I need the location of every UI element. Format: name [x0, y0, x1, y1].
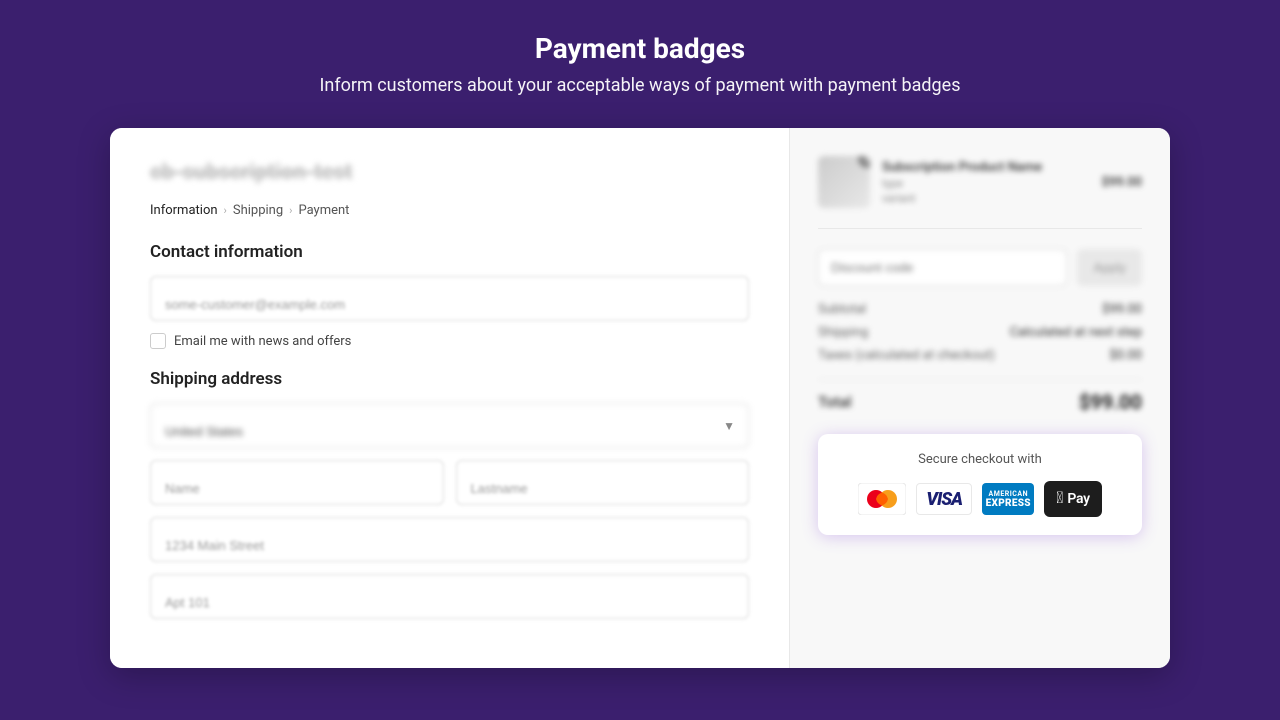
amex-icon: AMERICAN EXPRESS [982, 483, 1034, 515]
contact-section-title: Contact information [150, 242, 749, 262]
country-select[interactable]: United States [150, 403, 749, 448]
shop-name: cb-subscription-test [150, 160, 749, 185]
order-item-sub1: type [882, 177, 1089, 190]
left-panel: cb-subscription-test Information › Shipp… [110, 128, 790, 668]
order-item-price: $99.00 [1101, 175, 1142, 190]
main-card: cb-subscription-test Information › Shipp… [110, 128, 1170, 668]
shipping-row: Shipping Calculated at next step [818, 325, 1142, 340]
breadcrumb-sep-1: › [224, 204, 227, 217]
breadcrumb-shipping[interactable]: Shipping [233, 203, 283, 218]
first-name-wrapper: First name (optional) [150, 460, 444, 505]
apple-pay-icon:  Pay [1044, 481, 1101, 517]
shipping-section-title: Shipping address [150, 369, 749, 389]
total-value: $99.00 [1079, 390, 1142, 414]
newsletter-row: Email me with news and offers [150, 333, 749, 349]
payment-icons-row: VISA AMERICAN EXPRESS  Pay [838, 481, 1122, 517]
taxes-label: Taxes (calculated at checkout) [818, 348, 995, 363]
discount-apply-button[interactable]: Apply [1077, 249, 1142, 286]
page-subtitle: Inform customers about your acceptable w… [320, 75, 961, 96]
address-wrapper: Address [150, 517, 749, 562]
order-item-image: 1 [818, 156, 870, 208]
discount-input[interactable] [818, 249, 1067, 286]
address-input[interactable] [150, 517, 749, 562]
order-item-name: Subscription Product Name [882, 160, 1089, 175]
right-panel: 1 Subscription Product Name type variant… [790, 128, 1170, 668]
country-select-wrapper: Country/Region United States ▼ [150, 403, 749, 448]
first-name-input[interactable] [150, 460, 444, 505]
last-name-input[interactable] [456, 460, 750, 505]
email-input[interactable] [150, 276, 749, 321]
apt-field-group: Apartment, suite, etc. (optional) [150, 574, 749, 619]
amex-top-text: AMERICAN [988, 490, 1028, 498]
breadcrumb: Information › Shipping › Payment [150, 203, 749, 218]
apt-input[interactable] [150, 574, 749, 619]
discount-row: Apply [818, 249, 1142, 286]
payment-badges-card: Secure checkout with VISA [818, 434, 1142, 535]
subtotal-row: Subtotal $99.00 [818, 302, 1142, 317]
email-field-group: Email [150, 276, 749, 321]
country-field-group: Country/Region United States ▼ [150, 403, 749, 448]
last-name-group: Last name [456, 460, 750, 505]
breadcrumb-sep-2: › [289, 204, 292, 217]
order-item: 1 Subscription Product Name type variant… [818, 156, 1142, 229]
shipping-value: Calculated at next step [1010, 325, 1142, 340]
taxes-row: Taxes (calculated at checkout) $0.00 [818, 348, 1142, 363]
breadcrumb-information[interactable]: Information [150, 203, 218, 218]
visa-text: VISA [926, 489, 962, 510]
totals-section: Subtotal $99.00 Shipping Calculated at n… [818, 302, 1142, 363]
order-item-sub2: variant [882, 192, 1089, 205]
secure-checkout-label: Secure checkout with [838, 452, 1122, 467]
name-fields-row: First name (optional) Last name [150, 460, 749, 517]
shipping-label: Shipping [818, 325, 868, 340]
address-field-group: Address [150, 517, 749, 562]
newsletter-checkbox[interactable] [150, 333, 166, 349]
total-row: Total $99.00 [818, 379, 1142, 414]
first-name-group: First name (optional) [150, 460, 444, 505]
apple-logo-icon:  [1056, 490, 1063, 506]
page-header: Payment badges Inform customers about yo… [320, 32, 961, 96]
total-label: Total [818, 393, 852, 411]
amex-main-text: EXPRESS [986, 498, 1031, 509]
visa-icon: VISA [916, 483, 972, 515]
last-name-wrapper: Last name [456, 460, 750, 505]
taxes-value: $0.00 [1109, 348, 1142, 363]
email-input-wrapper: Email [150, 276, 749, 321]
apt-wrapper: Apartment, suite, etc. (optional) [150, 574, 749, 619]
mastercard-icon [858, 483, 906, 515]
apple-pay-text: Pay [1067, 491, 1089, 507]
page-title: Payment badges [320, 32, 961, 65]
newsletter-label: Email me with news and offers [174, 334, 351, 349]
subtotal-value: $99.00 [1102, 302, 1142, 317]
subtotal-label: Subtotal [818, 302, 866, 317]
order-item-details: Subscription Product Name type variant [882, 160, 1089, 205]
breadcrumb-payment[interactable]: Payment [298, 203, 349, 218]
